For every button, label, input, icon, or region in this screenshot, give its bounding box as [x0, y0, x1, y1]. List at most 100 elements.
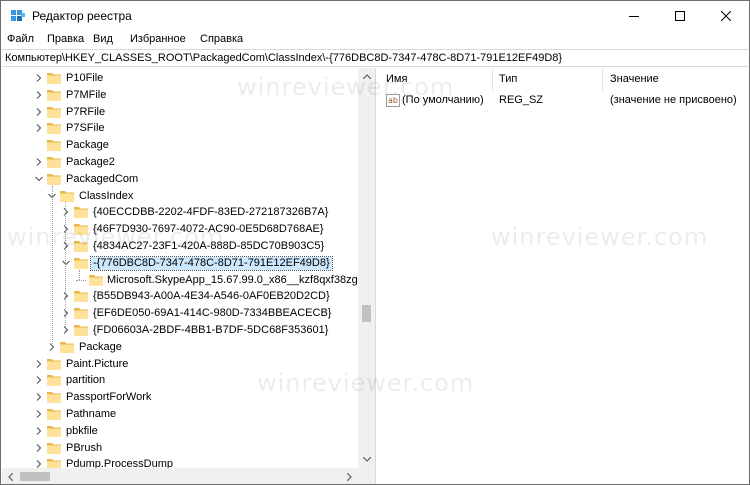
chevron-right-icon[interactable] [61, 241, 71, 251]
tree-horizontal-scrollbar[interactable] [2, 468, 358, 484]
chevron-right-icon[interactable] [61, 291, 71, 301]
tree-item[interactable]: -{776DBC8D-7347-478C-8D71-791E12EF49D8} [2, 255, 359, 272]
close-button[interactable] [703, 1, 749, 31]
maximize-button[interactable] [657, 1, 703, 31]
value-type: REG_SZ [499, 94, 544, 106]
chevron-right-icon[interactable] [61, 207, 71, 217]
chevron-right-icon[interactable] [34, 157, 44, 167]
folder-icon [47, 392, 61, 404]
folder-icon [60, 341, 74, 353]
menu-favorites[interactable]: Избранное [130, 33, 186, 45]
tree-item[interactable]: Package [2, 137, 359, 154]
tree-item[interactable]: {FD06603A-2BDF-4BB1-B7DF-5DC68F353601} [2, 322, 359, 339]
menu-edit[interactable]: Правка [47, 33, 84, 45]
chevron-right-icon[interactable] [34, 123, 44, 133]
tree-item[interactable]: Paint.Picture [2, 356, 359, 373]
tree-item-label: Package2 [66, 156, 115, 168]
tree-item[interactable]: PassportForWork [2, 389, 359, 406]
tree-item[interactable]: P10File [2, 70, 359, 87]
folder-icon [47, 358, 61, 370]
tree-item[interactable]: P7MFile [2, 87, 359, 104]
tree-connector [76, 279, 86, 281]
tree-item[interactable]: PBrush [2, 440, 359, 457]
tree-item[interactable]: Microsoft.SkypeApp_15.67.99.0_x86__kzf8q… [2, 272, 369, 289]
chevron-down-icon [362, 457, 371, 462]
folder-icon [74, 308, 88, 320]
tree-item[interactable]: {4834AC27-23F1-420A-888D-85DC70B903C5} [2, 238, 359, 255]
menu-file[interactable]: Файл [7, 33, 34, 45]
chevron-right-icon[interactable] [34, 426, 44, 436]
tree-item-label: partition [66, 374, 106, 387]
folder-icon [74, 241, 88, 252]
tree-item[interactable]: {B55DB943-A00A-4E34-A546-0AF0EB20D2CD} [2, 288, 359, 305]
chevron-right-icon[interactable] [34, 375, 44, 385]
tree-item-label: Package [79, 340, 122, 353]
column-type-header[interactable]: Тип [499, 73, 517, 85]
value-data: (значение не присвоено) [610, 94, 737, 106]
folder-icon [47, 140, 61, 152]
close-icon [721, 11, 731, 21]
folder-icon [47, 123, 61, 135]
chevron-down-icon[interactable] [34, 174, 44, 184]
tree-vertical-scrollbar[interactable] [358, 68, 375, 468]
tree-item[interactable]: {EF6DE050-69A1-414C-980D-7334BBEACECB} [2, 305, 359, 322]
folder-icon [47, 442, 61, 454]
chevron-right-icon[interactable] [61, 308, 71, 318]
chevron-right-icon[interactable] [61, 325, 71, 335]
menu-help[interactable]: Справка [200, 33, 243, 45]
column-separator[interactable] [602, 68, 603, 92]
address-bar[interactable]: Компьютер\HKEY_CLASSES_ROOT\PackagedCom\… [2, 49, 748, 67]
tree-item[interactable]: {46F7D930-7697-4072-AC90-0E5D68D768AE} [2, 221, 359, 238]
folder-icon [47, 425, 61, 437]
tree-item-label: {46F7D930-7697-4072-AC90-0E5D68D768AE} [93, 223, 324, 236]
tree-item[interactable]: pbkfile [2, 423, 359, 440]
chevron-right-icon[interactable] [34, 443, 44, 453]
tree-item[interactable]: Package [2, 339, 359, 356]
chevron-right-icon[interactable] [34, 409, 44, 419]
tree-item[interactable]: Pathname [2, 406, 359, 423]
list-row[interactable]: ab (По умолчанию) REG_SZ (значение не пр… [380, 92, 749, 109]
chevron-right-icon[interactable] [34, 107, 44, 117]
list-header: Имя Тип Значение [380, 68, 749, 92]
folder-icon [47, 375, 61, 387]
tree-item[interactable]: {40ECCDBB-2202-4FDF-83ED-272187326B7A} [2, 204, 359, 221]
horizontal-scroll-thumb[interactable] [20, 472, 50, 481]
tree-guide-line [65, 202, 66, 331]
chevron-left-icon [8, 472, 13, 481]
tree-item-label: P7MFile [66, 88, 107, 101]
chevron-right-icon[interactable] [61, 224, 71, 234]
tree-item[interactable]: ClassIndex [2, 188, 359, 205]
tree-item-label: P10File [66, 72, 104, 84]
string-value-icon: ab [386, 94, 400, 107]
scroll-left-arrow[interactable] [2, 468, 19, 484]
folder-icon [74, 325, 88, 336]
tree-item[interactable]: P7RFile [2, 104, 359, 121]
column-name-header[interactable]: Имя [386, 73, 407, 85]
vertical-scroll-thumb[interactable] [362, 305, 371, 322]
chevron-right-icon[interactable] [34, 73, 44, 83]
folder-icon [74, 207, 88, 219]
column-separator[interactable] [492, 68, 493, 92]
tree-item[interactable]: Package2 [2, 154, 359, 171]
registry-editor-window: Редактор реестра Файл Правка Вид Избранн… [0, 0, 750, 485]
chevron-down-icon[interactable] [61, 258, 71, 268]
tree-item[interactable]: P7SFile [2, 120, 359, 137]
chevron-right-icon[interactable] [34, 359, 44, 369]
folder-icon [47, 89, 61, 101]
tree-item[interactable]: PackagedCom [2, 171, 359, 188]
tree-item-label: {4834AC27-23F1-420A-888D-85DC70B903C5} [93, 240, 325, 252]
scroll-down-arrow[interactable] [358, 451, 375, 468]
scroll-up-arrow[interactable] [358, 68, 375, 85]
values-list[interactable]: Имя Тип Значение ab (По умолчанию) REG_S… [380, 68, 749, 484]
minimize-button[interactable] [611, 1, 657, 31]
tree-item[interactable]: partition [2, 372, 359, 389]
tree-item-label: PBrush [66, 441, 103, 454]
menu-view[interactable]: Вид [93, 33, 113, 45]
key-tree[interactable]: P10File P7MFile P7RFile P7SFile Package Packa… [2, 68, 375, 484]
tree-item-label: Package [66, 139, 109, 152]
chevron-right-icon[interactable] [34, 90, 44, 100]
scroll-right-arrow[interactable] [341, 468, 358, 484]
column-value-header[interactable]: Значение [610, 73, 659, 85]
chevron-right-icon[interactable] [34, 392, 44, 402]
folder-open-icon [74, 257, 88, 269]
